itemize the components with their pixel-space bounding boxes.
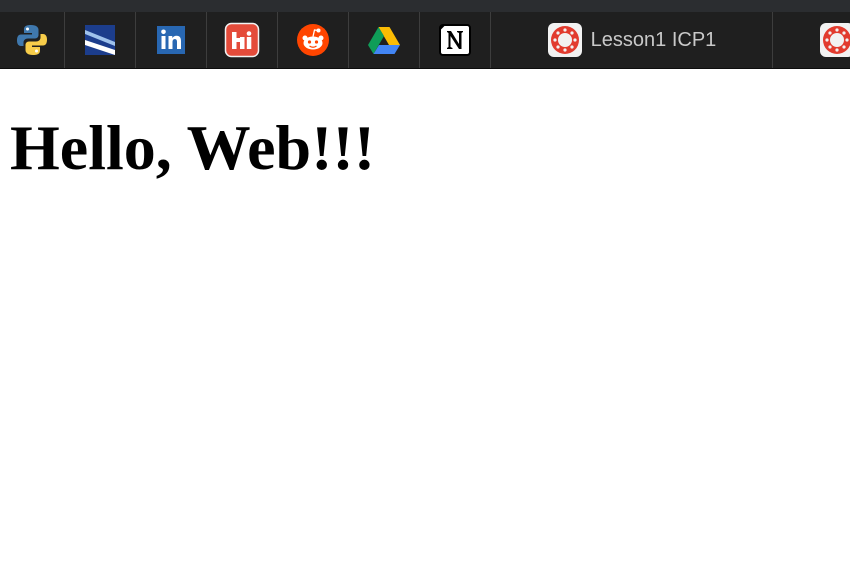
page-content: Hello, Web!!!: [10, 108, 375, 188]
linkedin-icon: [157, 26, 185, 54]
google-drive-icon: [368, 27, 400, 54]
page-heading: Hello, Web!!!: [10, 112, 375, 183]
pinned-tab-blue-logo[interactable]: [65, 12, 136, 68]
python-icon: [17, 25, 47, 55]
blue-diagonal-logo-icon: [85, 25, 115, 55]
browser-tab-bar: Lesson1 ICP1: [0, 12, 850, 69]
notion-icon: [439, 24, 471, 56]
canvas-icon: [547, 23, 582, 57]
pinned-tab-linkedin[interactable]: [136, 12, 207, 68]
tab-lesson1-icp1[interactable]: Lesson1 ICP1: [491, 12, 773, 68]
reddit-icon: [297, 24, 329, 56]
window-top-strip: [0, 0, 850, 12]
pinned-tab-notion[interactable]: [420, 12, 491, 68]
pinned-tab-handshake[interactable]: [207, 12, 278, 68]
tab-partial[interactable]: [773, 12, 850, 68]
pinned-tab-python[interactable]: [0, 12, 65, 68]
pinned-tab-google-drive[interactable]: [349, 12, 420, 68]
canvas-icon: [820, 23, 850, 57]
pinned-tab-reddit[interactable]: [278, 12, 349, 68]
handshake-icon: [224, 22, 260, 58]
tab-title: Lesson1 ICP1: [590, 28, 717, 51]
